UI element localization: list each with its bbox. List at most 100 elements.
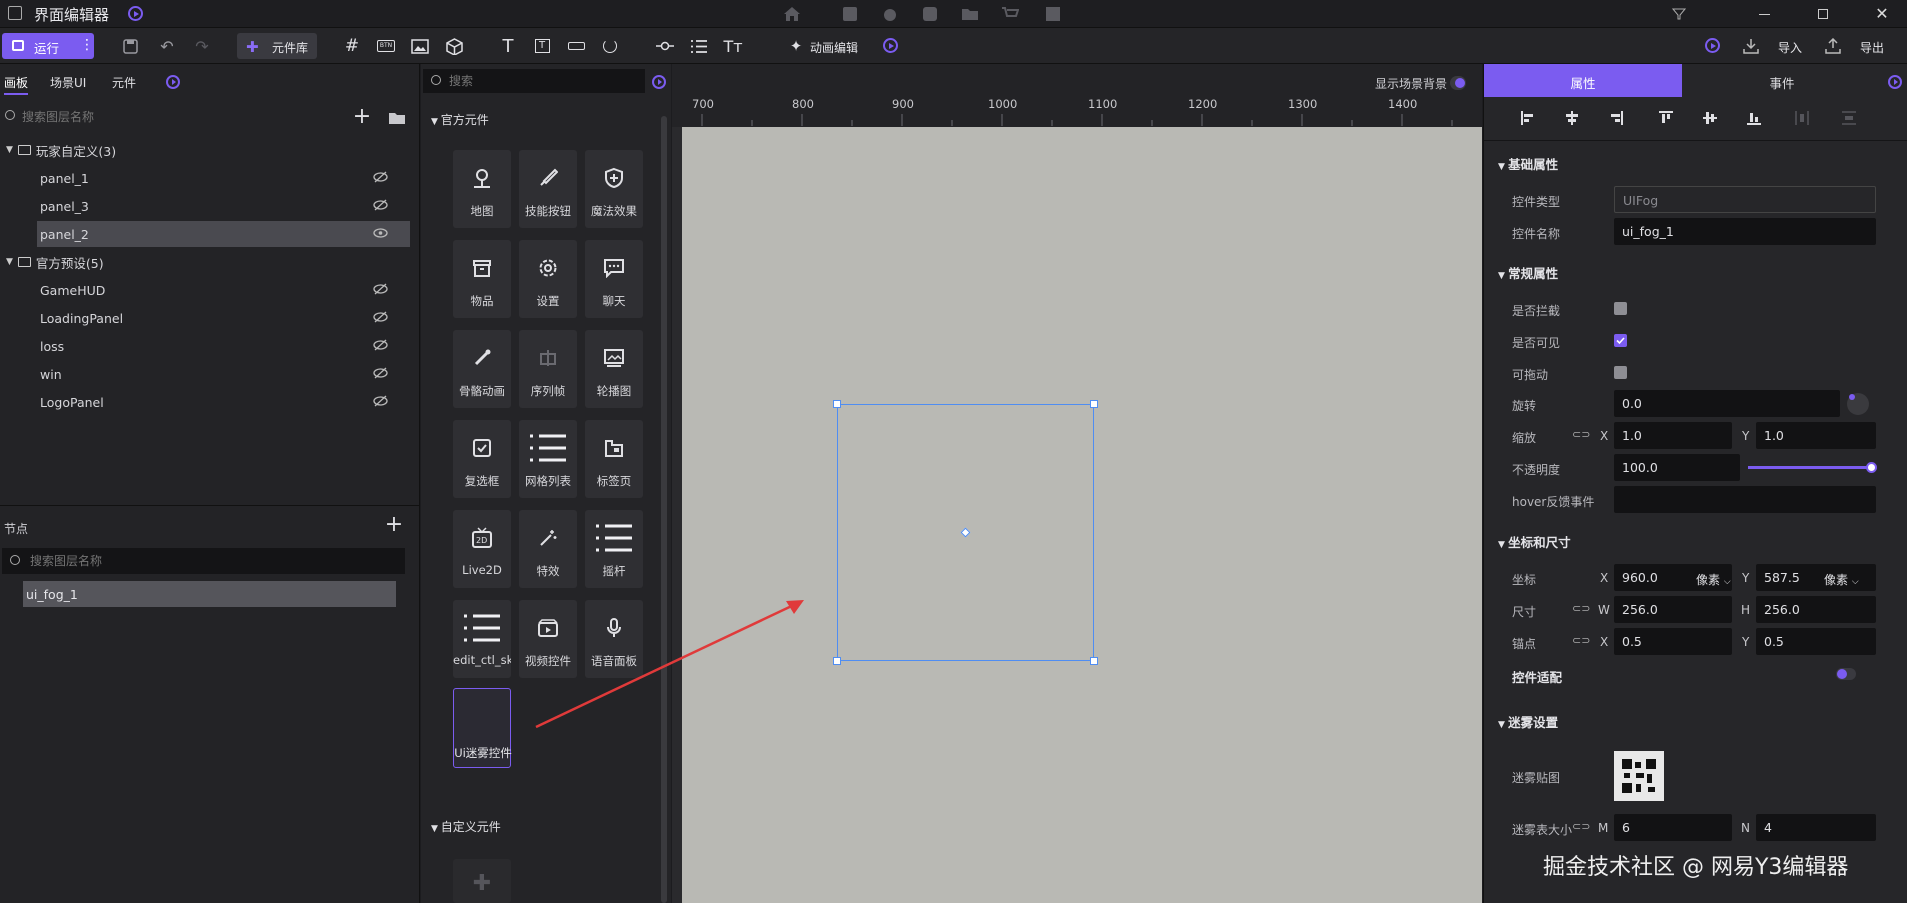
comp-custom-placeholder[interactable]: ✚ <box>453 859 511 903</box>
anchor-point[interactable] <box>960 527 971 538</box>
hand-icon[interactable] <box>880 4 900 24</box>
folder-icon[interactable] <box>960 4 980 24</box>
comp-skeleton-anim[interactable]: 骨骼动画 <box>453 330 511 408</box>
search-nodes[interactable] <box>2 548 405 574</box>
eye-hidden-icon[interactable] <box>373 339 388 351</box>
comp-sequence-frame[interactable]: 序列帧 <box>519 330 577 408</box>
comp-skill-button[interactable]: 技能按钮 <box>519 150 577 228</box>
hover-event-input[interactable] <box>1614 486 1876 513</box>
comp-effect[interactable]: 特效 <box>519 510 577 588</box>
align-hcenter-icon[interactable] <box>1564 110 1580 126</box>
import-button[interactable]: 导入 <box>1778 39 1802 56</box>
align-top-icon[interactable] <box>1658 110 1674 126</box>
eye-hidden-icon[interactable] <box>373 171 388 183</box>
anchor-x-input[interactable]: 0.5 <box>1614 628 1732 655</box>
distribute-h-icon[interactable] <box>1794 110 1810 126</box>
fit-toggle[interactable] <box>1836 668 1856 680</box>
props-play-icon[interactable] <box>1888 75 1902 89</box>
link-icon[interactable]: ⊂⊃ <box>1572 634 1590 647</box>
comp-settings[interactable]: 设置 <box>519 240 577 318</box>
layer-item[interactable]: LoadingPanel <box>0 305 410 331</box>
intercept-checkbox[interactable] <box>1614 302 1627 315</box>
layer-item[interactable]: win <box>0 361 410 387</box>
cube-icon[interactable] <box>444 36 464 56</box>
official-components-header[interactable]: ▼ 官方元件 <box>431 111 489 128</box>
rich-text-icon[interactable]: Tт <box>722 36 744 56</box>
home-icon[interactable] <box>782 4 802 24</box>
opacity-slider[interactable] <box>1748 462 1877 473</box>
distribute-v-icon[interactable] <box>1841 110 1857 126</box>
undo-icon[interactable]: ↶ <box>157 36 177 56</box>
search-components[interactable] <box>423 69 645 93</box>
group-player-custom[interactable]: ▼ 玩家自定义(3) <box>0 137 410 163</box>
component-lib-button[interactable]: ✚ 元件库 <box>237 33 317 59</box>
run-button[interactable]: 运行 ⋮ <box>2 33 94 59</box>
export-button[interactable]: 导出 <box>1860 39 1884 56</box>
frame-icon[interactable]: # <box>342 36 362 56</box>
align-left-icon[interactable] <box>1520 110 1536 126</box>
size-w-input[interactable]: 256.0 <box>1614 596 1732 623</box>
export-icon[interactable] <box>1823 36 1843 56</box>
comp-edit-ctl-skill[interactable]: edit_ctl_ski <box>453 600 511 678</box>
anim-edit-button[interactable]: 动画编辑 <box>810 39 858 56</box>
tab-canvas[interactable]: 画板 <box>4 74 29 95</box>
tab-events[interactable]: 事件 <box>1682 64 1882 97</box>
custom-components-header[interactable]: ▼ 自定义元件 <box>431 818 501 835</box>
list-icon[interactable] <box>688 36 710 56</box>
layer-item[interactable]: panel_1 <box>0 165 410 191</box>
add-node-icon[interactable]: + <box>384 512 404 537</box>
add-folder-icon[interactable] <box>387 108 407 126</box>
search-nodes-input[interactable] <box>30 551 330 571</box>
comp-chat[interactable]: 聊天 <box>585 240 643 318</box>
comp-live2d[interactable]: 2D Live2D <box>453 510 511 588</box>
btn-icon[interactable]: BTN <box>376 36 396 56</box>
link-icon[interactable]: ⊂⊃ <box>1572 820 1590 833</box>
align-right-icon[interactable] <box>1608 110 1624 126</box>
selection-box[interactable] <box>833 400 1098 665</box>
scale-y-input[interactable]: 1.0 <box>1756 422 1876 449</box>
align-vcenter-icon[interactable] <box>1702 110 1718 126</box>
slider-icon[interactable] <box>654 36 676 56</box>
search-layers-input[interactable] <box>22 107 322 127</box>
tab-props[interactable]: 属性 <box>1484 64 1682 97</box>
anchor-y-input[interactable]: 0.5 <box>1756 628 1876 655</box>
resize-handle[interactable] <box>1090 657 1098 665</box>
cart-icon[interactable] <box>1000 4 1020 24</box>
layer-item[interactable]: panel_3 <box>0 193 410 219</box>
resize-handle[interactable] <box>833 657 841 665</box>
edit-icon[interactable] <box>840 4 860 24</box>
fog-m-input[interactable]: 6 <box>1614 814 1732 841</box>
ctrl-name-input[interactable]: ui_fog_1 <box>1614 218 1876 245</box>
fog-n-input[interactable]: 4 <box>1756 814 1876 841</box>
show-scene-bg-toggle[interactable] <box>1450 76 1466 90</box>
opacity-input[interactable]: 100.0 <box>1614 454 1740 481</box>
table-icon[interactable] <box>1043 4 1063 24</box>
common-section-header[interactable]: ▼ 常规属性 <box>1498 263 1558 282</box>
minimize-icon[interactable] <box>1755 5 1773 23</box>
panel-play-icon[interactable] <box>166 75 180 89</box>
resize-handle[interactable] <box>1090 400 1098 408</box>
tab-scene-ui[interactable]: 场景UI <box>50 74 86 91</box>
scale-x-input[interactable]: 1.0 <box>1614 422 1732 449</box>
pos-x-unit-select[interactable]: 像素 ⌵ <box>1696 571 1731 588</box>
eye-hidden-icon[interactable] <box>373 283 388 295</box>
input-box-icon[interactable] <box>566 36 586 56</box>
comp-joystick[interactable]: 摇杆 <box>585 510 643 588</box>
filter-icon[interactable] <box>1670 5 1688 23</box>
comp-carousel[interactable]: 轮播图 <box>585 330 643 408</box>
comp-play-icon[interactable] <box>652 75 666 89</box>
rotation-input[interactable]: 0.0 <box>1614 390 1840 417</box>
comp-grid-list[interactable]: 网格列表 <box>519 420 577 498</box>
comp-ui-fog[interactable]: Ui迷雾控件 <box>453 688 512 768</box>
eye-hidden-icon[interactable] <box>373 367 388 379</box>
eye-hidden-icon[interactable] <box>373 311 388 323</box>
rotation-dial[interactable] <box>1847 393 1869 415</box>
fog-texture-thumbnail[interactable] <box>1614 751 1664 801</box>
search-components-input[interactable] <box>449 71 629 91</box>
scrollbar[interactable] <box>661 116 667 903</box>
opacity-slider-thumb[interactable] <box>1866 462 1877 473</box>
add-layer-icon[interactable]: + <box>352 104 372 129</box>
restore-icon[interactable] <box>1814 5 1832 23</box>
coord-section-header[interactable]: ▼ 坐标和尺寸 <box>1498 532 1571 551</box>
import-icon[interactable] <box>1741 36 1761 56</box>
